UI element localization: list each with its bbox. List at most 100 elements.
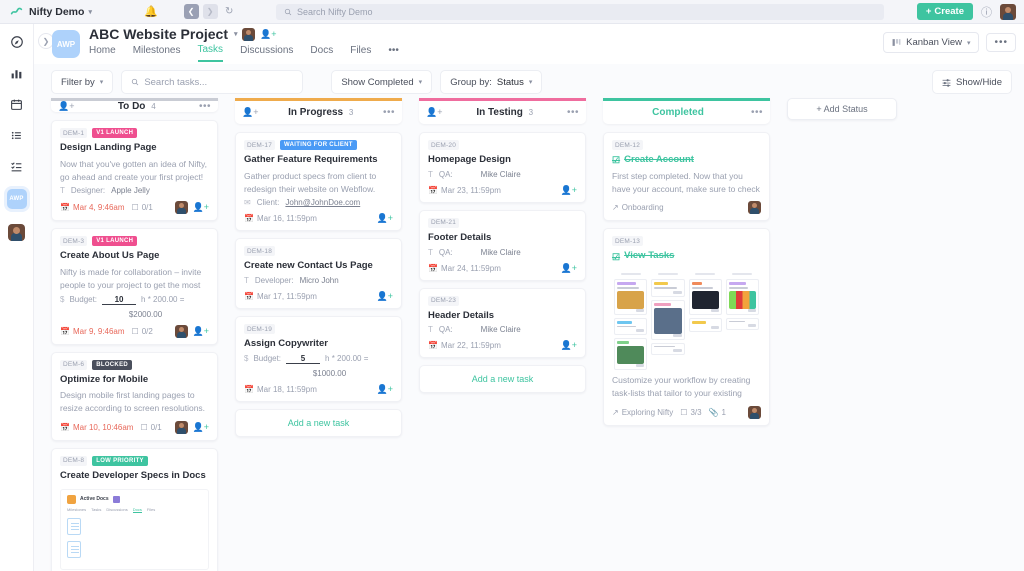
budget-hours-input[interactable]: 10 xyxy=(102,295,137,305)
tab-milestones[interactable]: Milestones xyxy=(133,45,181,61)
project-header: ❯ AWP ABC Website Project ▾ 👤+ Home Mile… xyxy=(34,24,1024,64)
add-task-button-in-testing[interactable]: Add a new task xyxy=(419,365,586,394)
add-person-icon[interactable]: 👤+ xyxy=(193,422,209,433)
field-value-link[interactable]: John@JohnDoe.com xyxy=(285,198,360,207)
checklist-icon: ☐ xyxy=(131,326,139,336)
show-hide-button[interactable]: Show/Hide xyxy=(932,70,1012,94)
compass-icon[interactable] xyxy=(9,34,25,50)
task-card[interactable]: DEM-21 Footer Details T QA: Mike Claire … xyxy=(419,209,586,281)
task-custom-field: T QA: Mike Claire xyxy=(428,248,577,257)
workspace-switcher[interactable]: Nifty Demo ▾ xyxy=(29,6,92,18)
column-more-button[interactable]: ••• xyxy=(567,107,579,118)
task-assignee-avatar[interactable] xyxy=(748,201,761,215)
show-completed-button[interactable]: Show Completed ▾ xyxy=(331,70,433,94)
task-budget-field: $ Budget: 10 h * 200.00 = $2000.00 xyxy=(60,295,209,319)
add-status-column: + Add Status xyxy=(787,98,897,571)
task-search-input[interactable]: Search tasks... xyxy=(121,70,304,94)
task-assignee-avatar[interactable] xyxy=(748,405,761,419)
kanban-preview-thumbnail[interactable] xyxy=(612,269,761,374)
task-card[interactable]: DEM-12 ☑ Create Account First step compl… xyxy=(603,132,770,222)
doc-preview-tab-active: Docs xyxy=(132,506,142,513)
add-person-icon[interactable]: 👤+ xyxy=(193,202,209,213)
rail-user-avatar[interactable] xyxy=(8,224,25,241)
calendar-icon: 📅 xyxy=(244,214,254,224)
add-person-icon[interactable]: 👤+ xyxy=(377,384,393,395)
checkbox-checked-icon[interactable]: ☑ xyxy=(612,251,620,263)
task-card[interactable]: DEM-1 V1 LAUNCH Design Landing Page Now … xyxy=(51,120,218,222)
tasks-icon[interactable] xyxy=(9,158,25,174)
filter-by-button[interactable]: Filter by ▾ xyxy=(51,70,114,94)
task-id: DEM-21 xyxy=(428,217,460,228)
document-icon xyxy=(67,540,81,558)
task-assignee-avatar[interactable] xyxy=(174,420,188,434)
project-more-button[interactable]: ••• xyxy=(986,33,1016,52)
checkbox-checked-icon[interactable]: ☑ xyxy=(612,154,620,166)
task-card[interactable]: DEM-8 LOW PRIORITY Create Developer Spec… xyxy=(51,447,218,571)
chevron-down-icon: ▾ xyxy=(88,8,92,16)
budget-label: Budget: xyxy=(253,353,282,363)
column-more-button[interactable]: ••• xyxy=(199,101,211,112)
rail-project-badge[interactable]: AWP xyxy=(6,189,27,209)
group-by-button[interactable]: Group by: Status ▾ xyxy=(440,70,543,94)
text-field-icon: T xyxy=(244,276,249,286)
task-card[interactable]: DEM-6 BLOCKED Optimize for Mobile Design… xyxy=(51,351,218,441)
task-due-date: 📅 Mar 9, 9:46am xyxy=(60,326,125,336)
task-card[interactable]: DEM-13 ☑ View Tasks Customize your workf… xyxy=(603,228,770,426)
question-circle-icon[interactable]: ⓘ xyxy=(981,4,992,20)
task-card[interactable]: DEM-17 WAITING FOR CLIENT Gather Feature… xyxy=(235,132,402,232)
text-field-icon: T xyxy=(428,169,433,179)
task-card[interactable]: DEM-3 V1 LAUNCH Create About Us Page Nif… xyxy=(51,228,218,345)
task-id: DEM-3 xyxy=(60,236,88,247)
calendar-icon[interactable] xyxy=(9,96,25,112)
add-person-icon[interactable]: 👤+ xyxy=(561,340,577,351)
add-status-button[interactable]: + Add Status xyxy=(787,98,897,120)
history-icon[interactable]: ↻ xyxy=(222,4,237,19)
view-switcher-button[interactable]: Kanban View ▾ xyxy=(883,32,980,53)
add-person-icon[interactable]: 👤+ xyxy=(260,29,276,40)
member-avatar[interactable] xyxy=(242,28,255,41)
tab-tasks[interactable]: Tasks xyxy=(197,44,224,62)
task-id: DEM-6 xyxy=(60,359,88,370)
create-button[interactable]: + Create xyxy=(916,3,973,20)
task-title: Create new Contact Us Page xyxy=(244,260,373,272)
task-card[interactable]: DEM-20 Homepage Design T QA: Mike Claire… xyxy=(419,132,586,203)
add-person-icon[interactable]: 👤+ xyxy=(561,185,577,196)
task-card[interactable]: DEM-19 Assign Copywriter $ Budget: 5 h *… xyxy=(235,316,402,402)
column-more-button[interactable]: ••• xyxy=(383,107,395,118)
bell-icon[interactable]: 🔔 xyxy=(144,5,158,18)
nifty-logo-icon xyxy=(10,7,23,15)
add-person-icon[interactable]: 👤+ xyxy=(377,213,393,224)
add-person-icon[interactable]: 👤+ xyxy=(193,326,209,337)
user-avatar[interactable] xyxy=(1000,3,1016,20)
task-card[interactable]: DEM-18 Create new Contact Us Page T Deve… xyxy=(235,238,402,310)
tab-docs[interactable]: Docs xyxy=(310,45,333,61)
column-more-button[interactable]: ••• xyxy=(751,107,763,118)
budget-hours-input[interactable]: 5 xyxy=(286,354,321,364)
task-assignee-avatar[interactable] xyxy=(174,324,188,338)
chevron-down-icon: ▾ xyxy=(99,79,104,86)
list-icon[interactable] xyxy=(9,127,25,143)
checklist-icon: ☐ xyxy=(131,203,139,213)
task-assignee-avatar[interactable] xyxy=(174,201,188,215)
chart-bar-icon[interactable] xyxy=(9,65,25,81)
task-card[interactable]: DEM-23 Header Details T QA: Mike Claire … xyxy=(419,287,586,359)
tab-more-button[interactable]: ••• xyxy=(388,45,399,61)
assign-person-icon[interactable]: 👤+ xyxy=(58,101,74,112)
add-person-icon[interactable]: 👤+ xyxy=(561,263,577,274)
tab-discussions[interactable]: Discussions xyxy=(240,45,293,61)
tab-home[interactable]: Home xyxy=(89,45,116,61)
tab-files[interactable]: Files xyxy=(350,45,371,61)
assign-person-icon[interactable]: 👤+ xyxy=(426,107,442,118)
assign-person-icon[interactable]: 👤+ xyxy=(242,107,258,118)
back-button[interactable]: ❮ xyxy=(183,4,199,19)
calendar-icon: 📅 xyxy=(244,292,254,302)
task-title: Header Details xyxy=(428,309,495,321)
task-custom-field: T QA: Mike Claire xyxy=(428,325,577,334)
page-title[interactable]: ABC Website Project ▾ xyxy=(89,26,238,42)
global-search-input[interactable]: Search Nifty Demo xyxy=(276,4,884,20)
forward-button[interactable]: ❯ xyxy=(202,4,218,19)
doc-preview-thumbnail[interactable]: Active Docs Milestones Tasks Discussions… xyxy=(60,488,209,570)
task-due-date: 📅 Mar 16, 11:59pm xyxy=(244,214,317,224)
add-person-icon[interactable]: 👤+ xyxy=(377,291,393,302)
add-task-button-in-progress[interactable]: Add a new task xyxy=(235,408,402,437)
